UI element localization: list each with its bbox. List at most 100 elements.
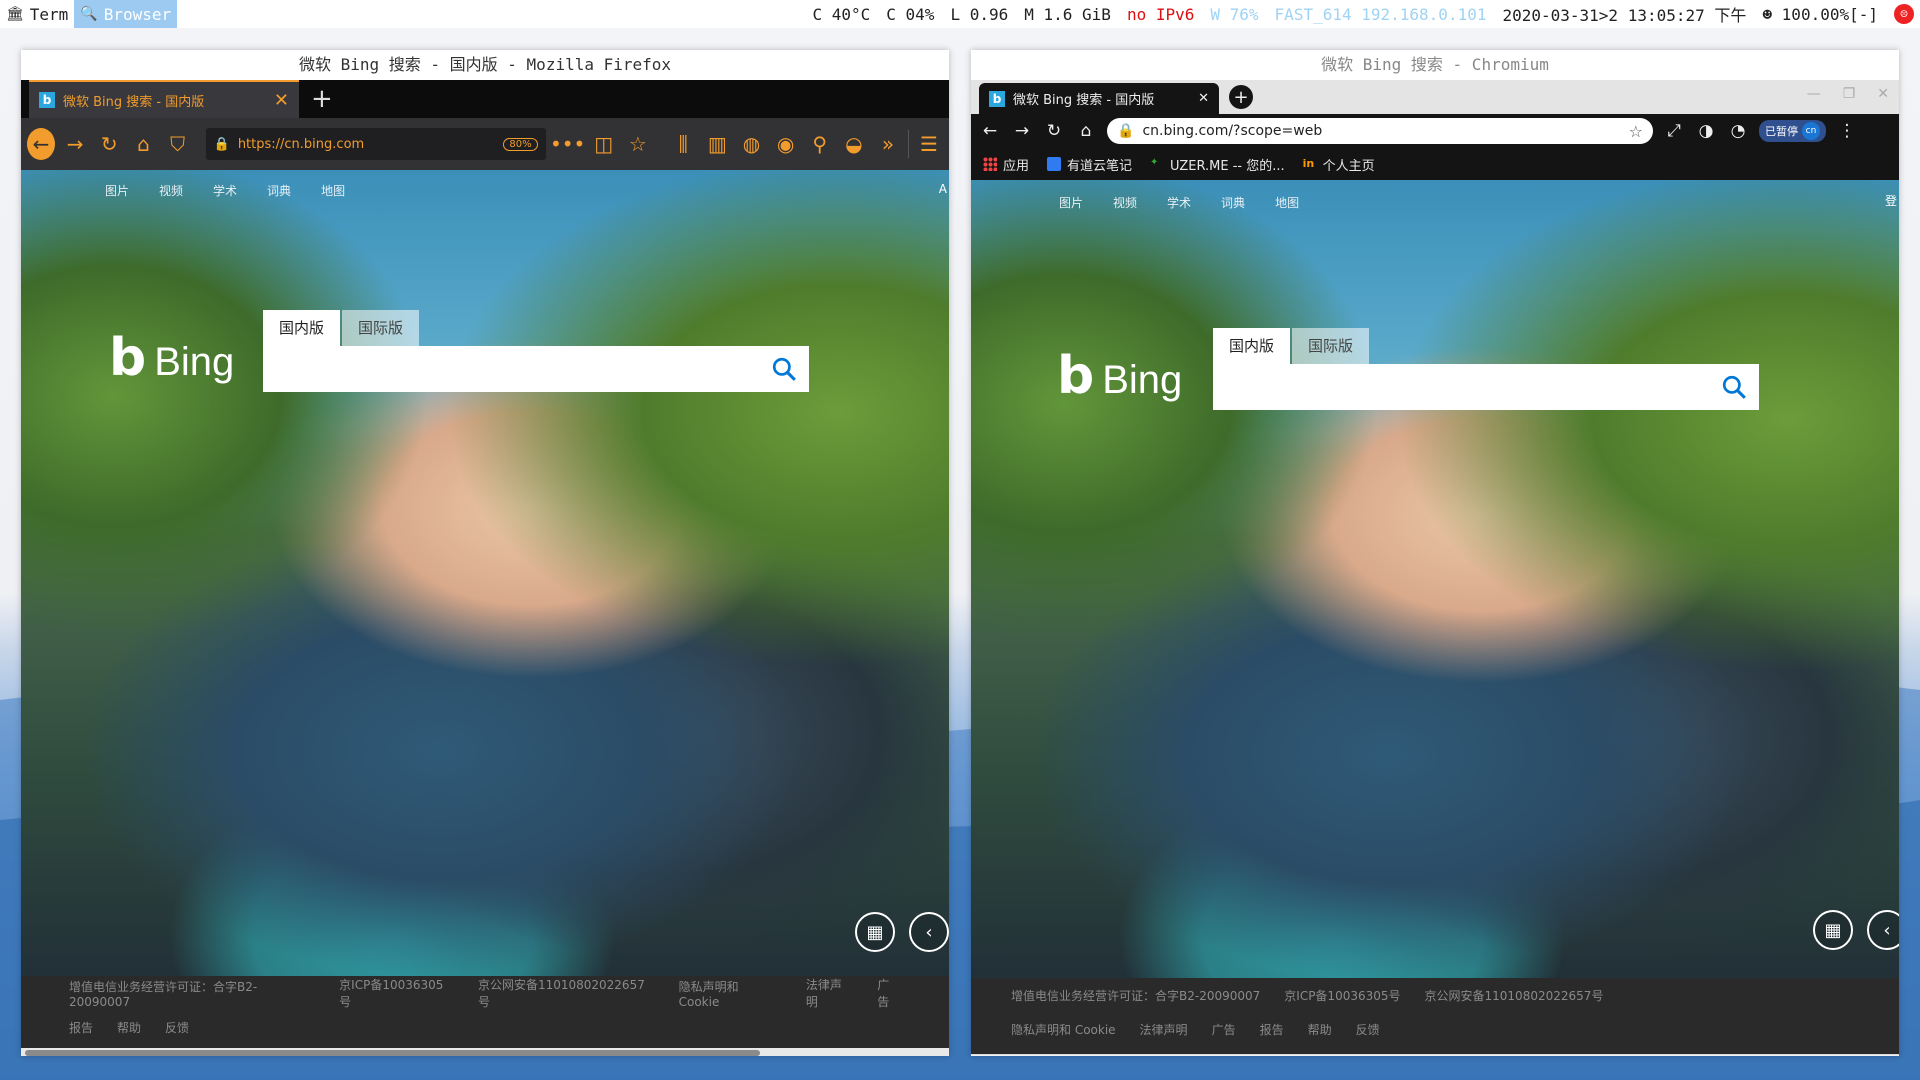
bookmark-homepage[interactable]: in 个人主页 — [1303, 155, 1375, 174]
kebab-menu-icon[interactable]: ⋮ — [1836, 119, 1858, 143]
footer-link[interactable]: 隐私声明和 Cookie — [1011, 1021, 1116, 1038]
tracking-shield-icon[interactable]: ⛉ — [164, 128, 192, 160]
footer-link[interactable]: 法律声明 — [806, 976, 853, 1010]
bookmark-apps[interactable]: 应用 — [983, 155, 1029, 174]
bing-page: 图片 视频 学术 词典 地图 A b Bing 国内版 国际版 ▦ ‹ — [21, 170, 949, 976]
search-input[interactable] — [263, 346, 809, 392]
footer-link[interactable]: 法律声明 — [1140, 1021, 1188, 1038]
footer-link[interactable]: 反馈 — [1356, 1021, 1380, 1038]
nav-maps[interactable]: 地图 — [1275, 194, 1299, 211]
tab-bing[interactable]: b 微软 Bing 搜索 - 国内版 ✕ — [29, 80, 299, 118]
horizontal-scrollbar[interactable] — [21, 1048, 949, 1056]
chevron-left-icon[interactable]: ‹ — [1867, 910, 1899, 950]
nav-dictionary[interactable]: 词典 — [1221, 194, 1245, 211]
page-actions-icon[interactable]: ••• — [550, 128, 585, 160]
home-button[interactable]: ⌂ — [129, 128, 157, 160]
maximize-icon[interactable]: ❐ — [1843, 86, 1856, 102]
bookmark-star-icon[interactable]: ☆ — [624, 128, 652, 160]
search-input[interactable] — [1213, 364, 1759, 410]
sync-paused-button[interactable]: 已暂停 cn — [1759, 120, 1826, 142]
globe-extension-icon[interactable]: ◍ — [737, 128, 765, 160]
account-link[interactable]: A — [939, 182, 947, 196]
pocket-icon[interactable]: ◫ — [590, 128, 618, 160]
bookmark-star-icon[interactable]: ☆ — [1629, 122, 1643, 141]
firefox-window: 微软 Bing 搜索 - 国内版 - Mozilla Firefox b 微软 … — [21, 50, 949, 1056]
extension-arrows-icon[interactable]: ⤢ — [1663, 119, 1685, 143]
bing-nav: 图片 视频 学术 词典 地图 — [1059, 194, 1299, 211]
footer-link[interactable]: 反馈 — [165, 1019, 189, 1036]
bing-page: 图片 视频 学术 词典 地图 登 b Bing 国内版 国际版 ▦ ‹ — [971, 180, 1899, 978]
close-tab-icon[interactable]: ✕ — [1198, 91, 1209, 106]
reload-button[interactable]: ↻ — [95, 128, 123, 160]
lock-icon: 🔒 — [1117, 123, 1135, 139]
nav-images[interactable]: 图片 — [105, 182, 129, 199]
fox-extension-icon[interactable]: ◉ — [772, 128, 800, 160]
footer-link[interactable]: 增值电信业务经营许可证：合字B2-20090007 — [69, 978, 315, 1009]
overflow-chevron-icon[interactable]: » — [874, 128, 902, 160]
new-tab-button[interactable]: + — [1229, 85, 1253, 109]
volume[interactable]: ☻ 100.00%[-] — [1762, 5, 1878, 24]
homepage-icon: in — [1302, 157, 1315, 170]
reload-button[interactable]: ↻ — [1043, 119, 1065, 143]
close-tab-icon[interactable]: ✕ — [274, 90, 289, 111]
home-button[interactable]: ⌂ — [1075, 119, 1097, 143]
location-pin-icon[interactable]: ⚲ — [806, 128, 834, 160]
tab-domestic[interactable]: 国内版 — [263, 310, 341, 346]
qr-code-icon[interactable]: ▦ — [855, 912, 895, 952]
tab-international[interactable]: 国际版 — [1292, 328, 1370, 364]
footer-link[interactable]: 京公网安备11010802022657号 — [1425, 987, 1604, 1004]
horizontal-scrollbar[interactable] — [971, 1054, 1899, 1056]
vpn-extension-icon[interactable]: ◒ — [840, 128, 868, 160]
scrollbar-thumb[interactable] — [25, 1050, 760, 1056]
back-button[interactable]: ← — [979, 119, 1001, 143]
nav-videos[interactable]: 视频 — [159, 182, 183, 199]
bookmark-youdao[interactable]: 有道云笔记 — [1047, 155, 1132, 174]
forward-button[interactable]: → — [61, 128, 89, 160]
chevron-left-icon[interactable]: ‹ — [909, 912, 949, 952]
footer-link[interactable]: 帮助 — [1308, 1021, 1332, 1038]
close-icon[interactable]: ✕ — [1877, 86, 1889, 102]
bank-icon: 🏛 — [6, 6, 24, 22]
nav-videos[interactable]: 视频 — [1113, 194, 1137, 211]
footer-link[interactable]: 隐私声明和 Cookie — [679, 978, 782, 1009]
new-tab-button[interactable]: + — [311, 84, 333, 114]
footer-link[interactable]: 报告 — [1260, 1021, 1284, 1038]
workspace-term[interactable]: 🏛 Term — [0, 0, 74, 28]
tab-bing[interactable]: b 微软 Bing 搜索 - 国内版 ✕ — [979, 83, 1219, 114]
power-icon[interactable]: ☹ — [1894, 4, 1914, 24]
tab-domestic[interactable]: 国内版 — [1213, 328, 1291, 364]
nav-maps[interactable]: 地图 — [321, 182, 345, 199]
hamburger-menu-icon[interactable]: ☰ — [915, 128, 943, 160]
qr-code-icon[interactable]: ▦ — [1813, 910, 1853, 950]
footer-link[interactable]: 广告 — [1212, 1021, 1236, 1038]
footer-link[interactable]: 京ICP备10036305号 — [1284, 987, 1400, 1004]
tab-international[interactable]: 国际版 — [342, 310, 420, 346]
nav-academic[interactable]: 学术 — [213, 182, 237, 199]
sidebar-icon[interactable]: ▥ — [703, 128, 731, 160]
footer-link[interactable]: 报告 — [69, 1019, 93, 1036]
extension-orange-icon[interactable]: ◑ — [1695, 119, 1717, 143]
footer-link[interactable]: 增值电信业务经营许可证：合字B2-20090007 — [1011, 987, 1260, 1004]
back-button[interactable]: ← — [27, 128, 56, 160]
bing-favicon: b — [989, 90, 1005, 107]
url-bar[interactable]: 🔒 https://cn.bing.com 80% — [205, 128, 546, 160]
url-bar[interactable]: 🔒 cn.bing.com/?scope=web ☆ — [1107, 118, 1653, 144]
nav-dictionary[interactable]: 词典 — [267, 182, 291, 199]
library-icon[interactable]: ⫼ — [669, 128, 697, 160]
search-icon[interactable] — [1721, 374, 1747, 400]
sign-in-link[interactable]: 登 — [1885, 192, 1897, 209]
search-icon[interactable] — [771, 356, 797, 382]
workspace-browser[interactable]: 🔍 Browser — [74, 0, 178, 28]
forward-button[interactable]: → — [1011, 119, 1033, 143]
footer-link[interactable]: 京公网安备11010802022657号 — [478, 976, 655, 1010]
bookmark-uzer[interactable]: ✦ UZER.ME -- 您的... — [1150, 155, 1285, 174]
rss-icon[interactable]: ◔ — [1727, 119, 1749, 143]
footer-link[interactable]: 帮助 — [117, 1019, 141, 1036]
footer-link[interactable]: 广告 — [877, 976, 901, 1010]
zoom-indicator[interactable]: 80% — [503, 137, 538, 151]
footer-link[interactable]: 京ICP备10036305号 — [339, 976, 454, 1010]
minimize-icon[interactable]: — — [1807, 86, 1821, 102]
navigation-toolbar: ← → ↻ ⌂ ⛉ 🔒 https://cn.bing.com 80% ••• … — [21, 118, 949, 170]
nav-images[interactable]: 图片 — [1059, 194, 1083, 211]
nav-academic[interactable]: 学术 — [1167, 194, 1191, 211]
